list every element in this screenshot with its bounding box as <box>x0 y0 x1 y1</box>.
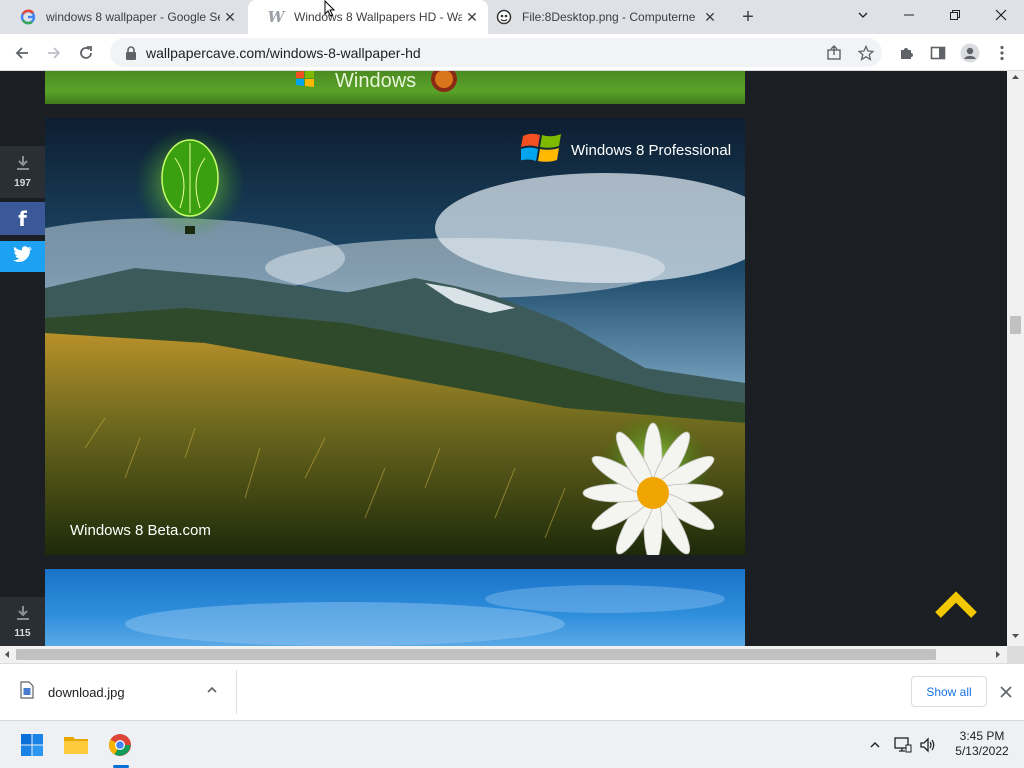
clock-date: 5/13/2022 <box>955 744 1009 758</box>
twitter-share-button[interactable] <box>0 241 45 272</box>
twitter-bird-icon <box>12 246 33 267</box>
download-arrow-icon <box>15 605 31 626</box>
chevron-up-icon[interactable] <box>206 683 218 701</box>
lock-icon[interactable] <box>116 45 146 60</box>
tab-title: Windows 8 Wallpapers HD - Wal <box>294 10 462 24</box>
close-tab-icon[interactable]: ✕ <box>220 7 240 27</box>
show-hidden-icons-chevron-icon[interactable] <box>860 729 890 761</box>
wallpaper-image-previous[interactable]: Windows <box>45 71 745 104</box>
wallpaper-image-next[interactable] <box>45 569 745 646</box>
download-divider <box>236 670 237 714</box>
download-count: 197 <box>14 178 31 189</box>
windows-taskbar: 3:45 PM 5/13/2022 <box>0 720 1024 768</box>
download-counter-1[interactable]: 197 <box>0 146 45 198</box>
wallpaper-brand-text: Windows 8 Professional <box>571 142 732 159</box>
network-icon[interactable] <box>889 729 917 761</box>
reload-icon[interactable] <box>72 39 100 67</box>
tab-strip: windows 8 wallpaper - Google Se ✕ W Wind… <box>0 0 1024 34</box>
facebook-share-button[interactable]: f <box>0 202 45 235</box>
banner-text: Windows <box>335 71 417 92</box>
landscape-artwork <box>45 118 745 555</box>
minimize-button[interactable] <box>886 0 932 30</box>
download-filename: download.jpg <box>48 684 125 700</box>
tab-search-chevron-icon[interactable] <box>840 0 886 30</box>
tab-title: File:8Desktop.png - Computerne <box>522 10 696 24</box>
forward-icon[interactable] <box>40 39 68 67</box>
download-count: 115 <box>14 627 31 639</box>
scrollbar-corner <box>1007 646 1024 663</box>
show-all-button[interactable]: Show all <box>911 676 987 707</box>
wallpaper-caption: Windows 8 Beta.com <box>70 522 211 539</box>
file-explorer-icon[interactable] <box>60 729 92 761</box>
profile-avatar-icon[interactable] <box>956 39 984 67</box>
back-icon[interactable] <box>8 39 36 67</box>
google-icon <box>20 9 36 25</box>
wiki-icon <box>496 9 512 25</box>
bookmark-star-icon[interactable] <box>850 44 882 61</box>
tab-wallpapercave[interactable]: W Windows 8 Wallpapers HD - Wal ✕ <box>248 0 488 34</box>
file-image-icon <box>20 680 34 704</box>
tab-google-search[interactable]: windows 8 wallpaper - Google Se ✕ <box>0 0 246 34</box>
side-panel-icon[interactable] <box>924 39 952 67</box>
close-download-shelf-icon[interactable] <box>996 682 1016 702</box>
menu-kebab-icon[interactable] <box>988 39 1016 67</box>
facebook-icon: f <box>18 206 27 231</box>
mouse-cursor-icon <box>324 0 336 23</box>
tab-title: windows 8 wallpaper - Google Se <box>46 10 220 24</box>
download-item[interactable]: download.jpg <box>8 672 236 712</box>
wallpapercave-icon: W <box>267 8 285 26</box>
wallpaper-image-main[interactable]: Windows 8 Professional Windows 8 Beta.co… <box>45 118 745 555</box>
web-page: Windows Windows 8 Professional Windows 8… <box>0 71 1007 646</box>
new-tab-button[interactable]: + <box>736 5 760 29</box>
extensions-puzzle-icon[interactable] <box>892 39 920 67</box>
restore-button[interactable] <box>932 0 978 30</box>
download-counter-2[interactable]: 115 <box>0 597 45 646</box>
share-icon[interactable] <box>818 44 850 61</box>
windows-flag-logo-icon <box>519 130 563 171</box>
windows-logo-icon <box>295 71 315 94</box>
vertical-scrollbar[interactable] <box>1007 71 1024 646</box>
volume-speaker-icon[interactable] <box>914 729 942 761</box>
start-windows-icon[interactable] <box>16 729 48 761</box>
clock-time: 3:45 PM <box>959 729 1005 743</box>
clock[interactable]: 3:45 PM 5/13/2022 <box>944 729 1020 759</box>
back-to-top-button[interactable] <box>932 590 980 624</box>
tab-computernews[interactable]: File:8Desktop.png - Computerne ✕ <box>490 0 726 34</box>
chrome-icon[interactable] <box>104 729 136 761</box>
close-window-button[interactable] <box>978 0 1024 30</box>
address-bar[interactable]: wallpapercave.com/windows-8-wallpaper-hd <box>110 38 882 67</box>
download-shelf: download.jpg Show all <box>0 663 1024 720</box>
horizontal-scrollbar[interactable] <box>0 646 1007 663</box>
chevron-up-icon <box>934 590 978 624</box>
download-arrow-icon <box>15 155 31 176</box>
url-text: wallpapercave.com/windows-8-wallpaper-hd <box>146 44 421 61</box>
close-tab-icon[interactable]: ✕ <box>700 7 720 27</box>
close-tab-icon[interactable]: ✕ <box>462 7 482 27</box>
browser-toolbar: wallpapercave.com/windows-8-wallpaper-hd <box>0 34 1024 71</box>
windows-8-badge-icon <box>430 71 458 98</box>
